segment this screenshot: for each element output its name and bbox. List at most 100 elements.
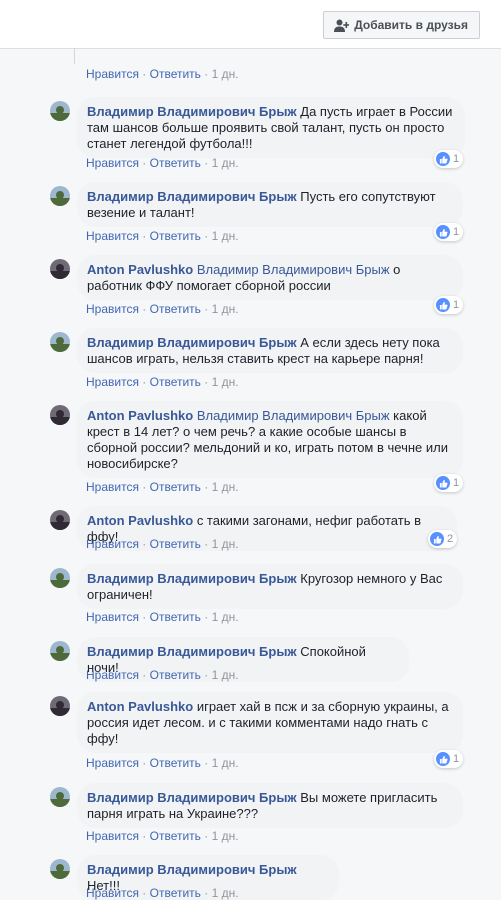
avatar[interactable] — [50, 101, 70, 121]
like-link[interactable]: Нравится — [86, 375, 139, 389]
timestamp[interactable]: 1 дн. — [212, 156, 239, 170]
add-friend-button[interactable]: Добавить в друзья — [323, 11, 480, 39]
comment-actions: Нравится · Ответить · 1 дн. — [86, 229, 239, 243]
timestamp[interactable]: 1 дн. — [212, 829, 239, 843]
timestamp[interactable]: 1 дн. — [212, 67, 239, 81]
reaction-count[interactable]: 1 — [434, 223, 464, 241]
thumbs-up-icon — [430, 532, 444, 546]
reaction-count[interactable]: 1 — [434, 150, 464, 168]
comment-bubble: Владимир Владимирович Брыж Вы можете при… — [77, 783, 463, 828]
like-link[interactable]: Нравится — [86, 67, 139, 81]
reaction-number: 1 — [453, 153, 460, 165]
timestamp[interactable]: 1 дн. — [212, 537, 239, 551]
comment-bubble: Владимир Владимирович Брыж Пусть его соп… — [77, 182, 463, 227]
comment-author[interactable]: Владимир Владимирович Брыж — [87, 862, 297, 877]
comment-bubble: Владимир Владимирович Брыж Да пусть игра… — [77, 97, 465, 158]
reply-link[interactable]: Ответить — [150, 375, 201, 389]
timestamp[interactable]: 1 дн. — [212, 756, 239, 770]
avatar[interactable] — [50, 696, 70, 716]
timestamp[interactable]: 1 дн. — [212, 302, 239, 316]
reply-link[interactable]: Ответить — [150, 537, 201, 551]
comment-author[interactable]: Anton Pavlushko — [87, 408, 193, 423]
comment-bubble: Anton Pavlushko Владимир Владимирович Бр… — [77, 255, 463, 300]
avatar[interactable] — [50, 859, 70, 879]
comment-author[interactable]: Anton Pavlushko — [87, 699, 193, 714]
avatar[interactable] — [50, 332, 70, 352]
reaction-number: 1 — [453, 477, 460, 489]
comment-author[interactable]: Владимир Владимирович Брыж — [87, 335, 297, 350]
thumbs-up-icon — [436, 298, 450, 312]
timestamp[interactable]: 1 дн. — [212, 668, 239, 682]
reaction-number: 2 — [447, 533, 454, 545]
like-link[interactable]: Нравится — [86, 229, 139, 243]
reply-link[interactable]: Ответить — [150, 480, 201, 494]
like-link[interactable]: Нравится — [86, 756, 139, 770]
comment-actions: Нравится · Ответить · 1 дн. — [86, 829, 239, 843]
top-bar: Добавить в друзья — [0, 0, 501, 49]
reaction-number: 1 — [453, 753, 460, 765]
comment-actions: Нравится · Ответить · 1 дн. — [86, 480, 239, 494]
comment-actions-0: Нравится · Ответить · 1 дн. — [86, 67, 239, 81]
comment-author[interactable]: Владимир Владимирович Брыж — [87, 189, 297, 204]
reaction-count[interactable]: 1 — [434, 296, 464, 314]
reaction-count[interactable]: 2 — [428, 530, 458, 548]
comment-author[interactable]: Anton Pavlushko — [87, 513, 193, 528]
timestamp[interactable]: 1 дн. — [212, 886, 239, 900]
like-link[interactable]: Нравится — [86, 829, 139, 843]
reply-link[interactable]: Ответить — [150, 668, 201, 682]
comment-actions: Нравится · Ответить · 1 дн. — [86, 668, 239, 682]
reaction-number: 1 — [453, 299, 460, 311]
like-link[interactable]: Нравится — [86, 668, 139, 682]
reply-link[interactable]: Ответить — [150, 756, 201, 770]
avatar[interactable] — [50, 568, 70, 588]
comment-actions: Нравится · Ответить · 1 дн. — [86, 610, 239, 624]
comment-actions: Нравится · Ответить · 1 дн. — [86, 537, 239, 551]
timestamp[interactable]: 1 дн. — [212, 229, 239, 243]
like-link[interactable]: Нравится — [86, 610, 139, 624]
comment-actions: Нравится · Ответить · 1 дн. — [86, 756, 239, 770]
comment-mention[interactable]: Владимир Владимирович Брыж — [197, 408, 390, 423]
comment-bubble: Владимир Владимирович Брыж А если здесь … — [77, 328, 463, 373]
reply-link[interactable]: Ответить — [150, 156, 201, 170]
add-friend-icon — [334, 19, 350, 32]
comment-actions: Нравится · Ответить · 1 дн. — [86, 156, 239, 170]
reaction-count[interactable]: 1 — [434, 474, 464, 492]
reply-link[interactable]: Ответить — [150, 886, 201, 900]
thumbs-up-icon — [436, 752, 450, 766]
comment-author[interactable]: Anton Pavlushko — [87, 262, 193, 277]
avatar[interactable] — [50, 787, 70, 807]
avatar[interactable] — [50, 405, 70, 425]
reply-link[interactable]: Ответить — [150, 829, 201, 843]
timestamp[interactable]: 1 дн. — [212, 375, 239, 389]
like-link[interactable]: Нравится — [86, 480, 139, 494]
like-link[interactable]: Нравится — [86, 302, 139, 316]
avatar[interactable] — [50, 259, 70, 279]
like-link[interactable]: Нравится — [86, 886, 139, 900]
comment-actions: Нравится · Ответить · 1 дн. — [86, 302, 239, 316]
avatar[interactable] — [50, 186, 70, 206]
reaction-count[interactable]: 1 — [434, 750, 464, 768]
comment-bubble: Anton Pavlushko играет хай в псж и за сб… — [77, 692, 463, 753]
comment-author[interactable]: Владимир Владимирович Брыж — [87, 644, 297, 659]
comment-bubble: Владимир Владимирович Брыж Кругозор немн… — [77, 564, 463, 609]
timestamp[interactable]: 1 дн. — [212, 610, 239, 624]
comment-actions: Нравится · Ответить · 1 дн. — [86, 375, 239, 389]
thumbs-up-icon — [436, 152, 450, 166]
thumbs-up-icon — [436, 476, 450, 490]
comment-actions: Нравится · Ответить · 1 дн. — [86, 886, 239, 900]
reply-link[interactable]: Ответить — [150, 67, 201, 81]
comment-author[interactable]: Владимир Владимирович Брыж — [87, 790, 297, 805]
avatar[interactable] — [50, 641, 70, 661]
like-link[interactable]: Нравится — [86, 156, 139, 170]
thread-line — [74, 48, 75, 64]
avatar[interactable] — [50, 510, 70, 530]
comment-mention[interactable]: Владимир Владимирович Брыж — [197, 262, 390, 277]
comment-author[interactable]: Владимир Владимирович Брыж — [87, 571, 297, 586]
comment-author[interactable]: Владимир Владимирович Брыж — [87, 104, 297, 119]
reply-link[interactable]: Ответить — [150, 302, 201, 316]
reply-link[interactable]: Ответить — [150, 229, 201, 243]
timestamp[interactable]: 1 дн. — [212, 480, 239, 494]
reply-link[interactable]: Ответить — [150, 610, 201, 624]
like-link[interactable]: Нравится — [86, 537, 139, 551]
thumbs-up-icon — [436, 225, 450, 239]
